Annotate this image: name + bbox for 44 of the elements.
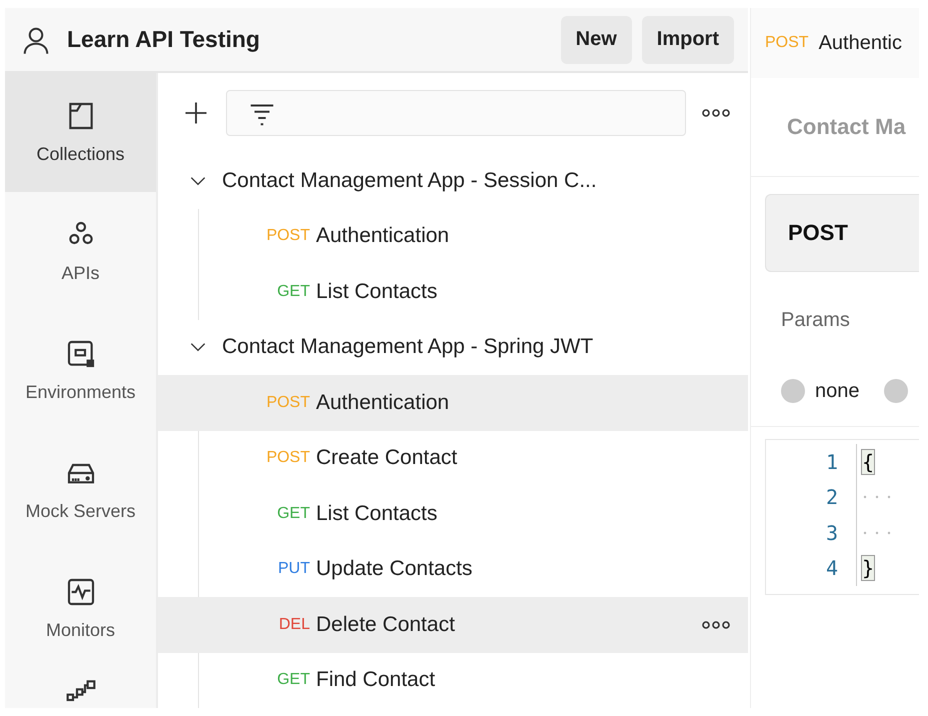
workspace-title: Learn API Testing xyxy=(67,26,261,53)
method-label: PUT xyxy=(277,560,310,578)
collection-item[interactable]: Contact Management App - Spring JWT xyxy=(158,320,748,375)
radio-option[interactable]: none xyxy=(781,379,860,403)
request-tab[interactable]: POST Authentic xyxy=(751,8,919,78)
new-button[interactable]: New xyxy=(560,16,632,64)
sidebar-item[interactable]: Mock Servers xyxy=(5,430,156,549)
line-number: 4 xyxy=(824,556,839,580)
request-item[interactable]: GET Find Contact xyxy=(158,652,748,708)
request-item[interactable]: POST Create Contact xyxy=(158,430,748,486)
radio-option[interactable] xyxy=(884,379,908,403)
sidebar-item[interactable]: APIs xyxy=(5,192,156,311)
request-name: Authentic xyxy=(818,32,902,54)
params-tab[interactable]: Params xyxy=(781,308,850,332)
method-label: POST xyxy=(765,34,809,52)
method-label: GET xyxy=(276,504,310,523)
more-icon xyxy=(702,620,730,630)
more-icon xyxy=(702,108,730,118)
request-item[interactable]: POST Authentication xyxy=(158,375,748,430)
method-label: GET xyxy=(276,671,310,690)
line-number: 3 xyxy=(824,520,839,545)
method-dropdown[interactable]: POST xyxy=(765,194,919,272)
filter-field[interactable] xyxy=(226,90,686,136)
method-label: POST xyxy=(265,394,310,412)
line-number: 1 xyxy=(824,450,839,474)
request-item[interactable]: DEL Delete Contact xyxy=(158,597,748,652)
breadcrumb: Contact Ma xyxy=(787,114,906,140)
import-button[interactable]: Import xyxy=(642,16,734,64)
sidebar-item[interactable]: Environments xyxy=(5,311,156,430)
code-text: { xyxy=(861,448,876,475)
sidebar-item[interactable]: Collections xyxy=(5,73,156,192)
collection-item[interactable]: Contact Management App - Session C... xyxy=(158,153,748,208)
request-item[interactable]: GET List Contacts xyxy=(158,486,748,542)
code-editor[interactable]: 1 { 2 3 4 } xyxy=(765,439,919,595)
code-text: } xyxy=(861,555,876,582)
method-label: DEL xyxy=(278,616,310,634)
request-item[interactable]: GET List Contacts xyxy=(158,264,748,320)
line-number: 2 xyxy=(824,485,839,510)
method-label: GET xyxy=(276,282,310,301)
request-item[interactable]: POST Authentication xyxy=(158,208,748,264)
request-item[interactable]: PUT Update Contacts xyxy=(158,542,748,597)
method-label: POST xyxy=(265,227,310,246)
sidebar-item[interactable]: Monitors xyxy=(5,549,156,668)
method-label: POST xyxy=(265,449,310,468)
